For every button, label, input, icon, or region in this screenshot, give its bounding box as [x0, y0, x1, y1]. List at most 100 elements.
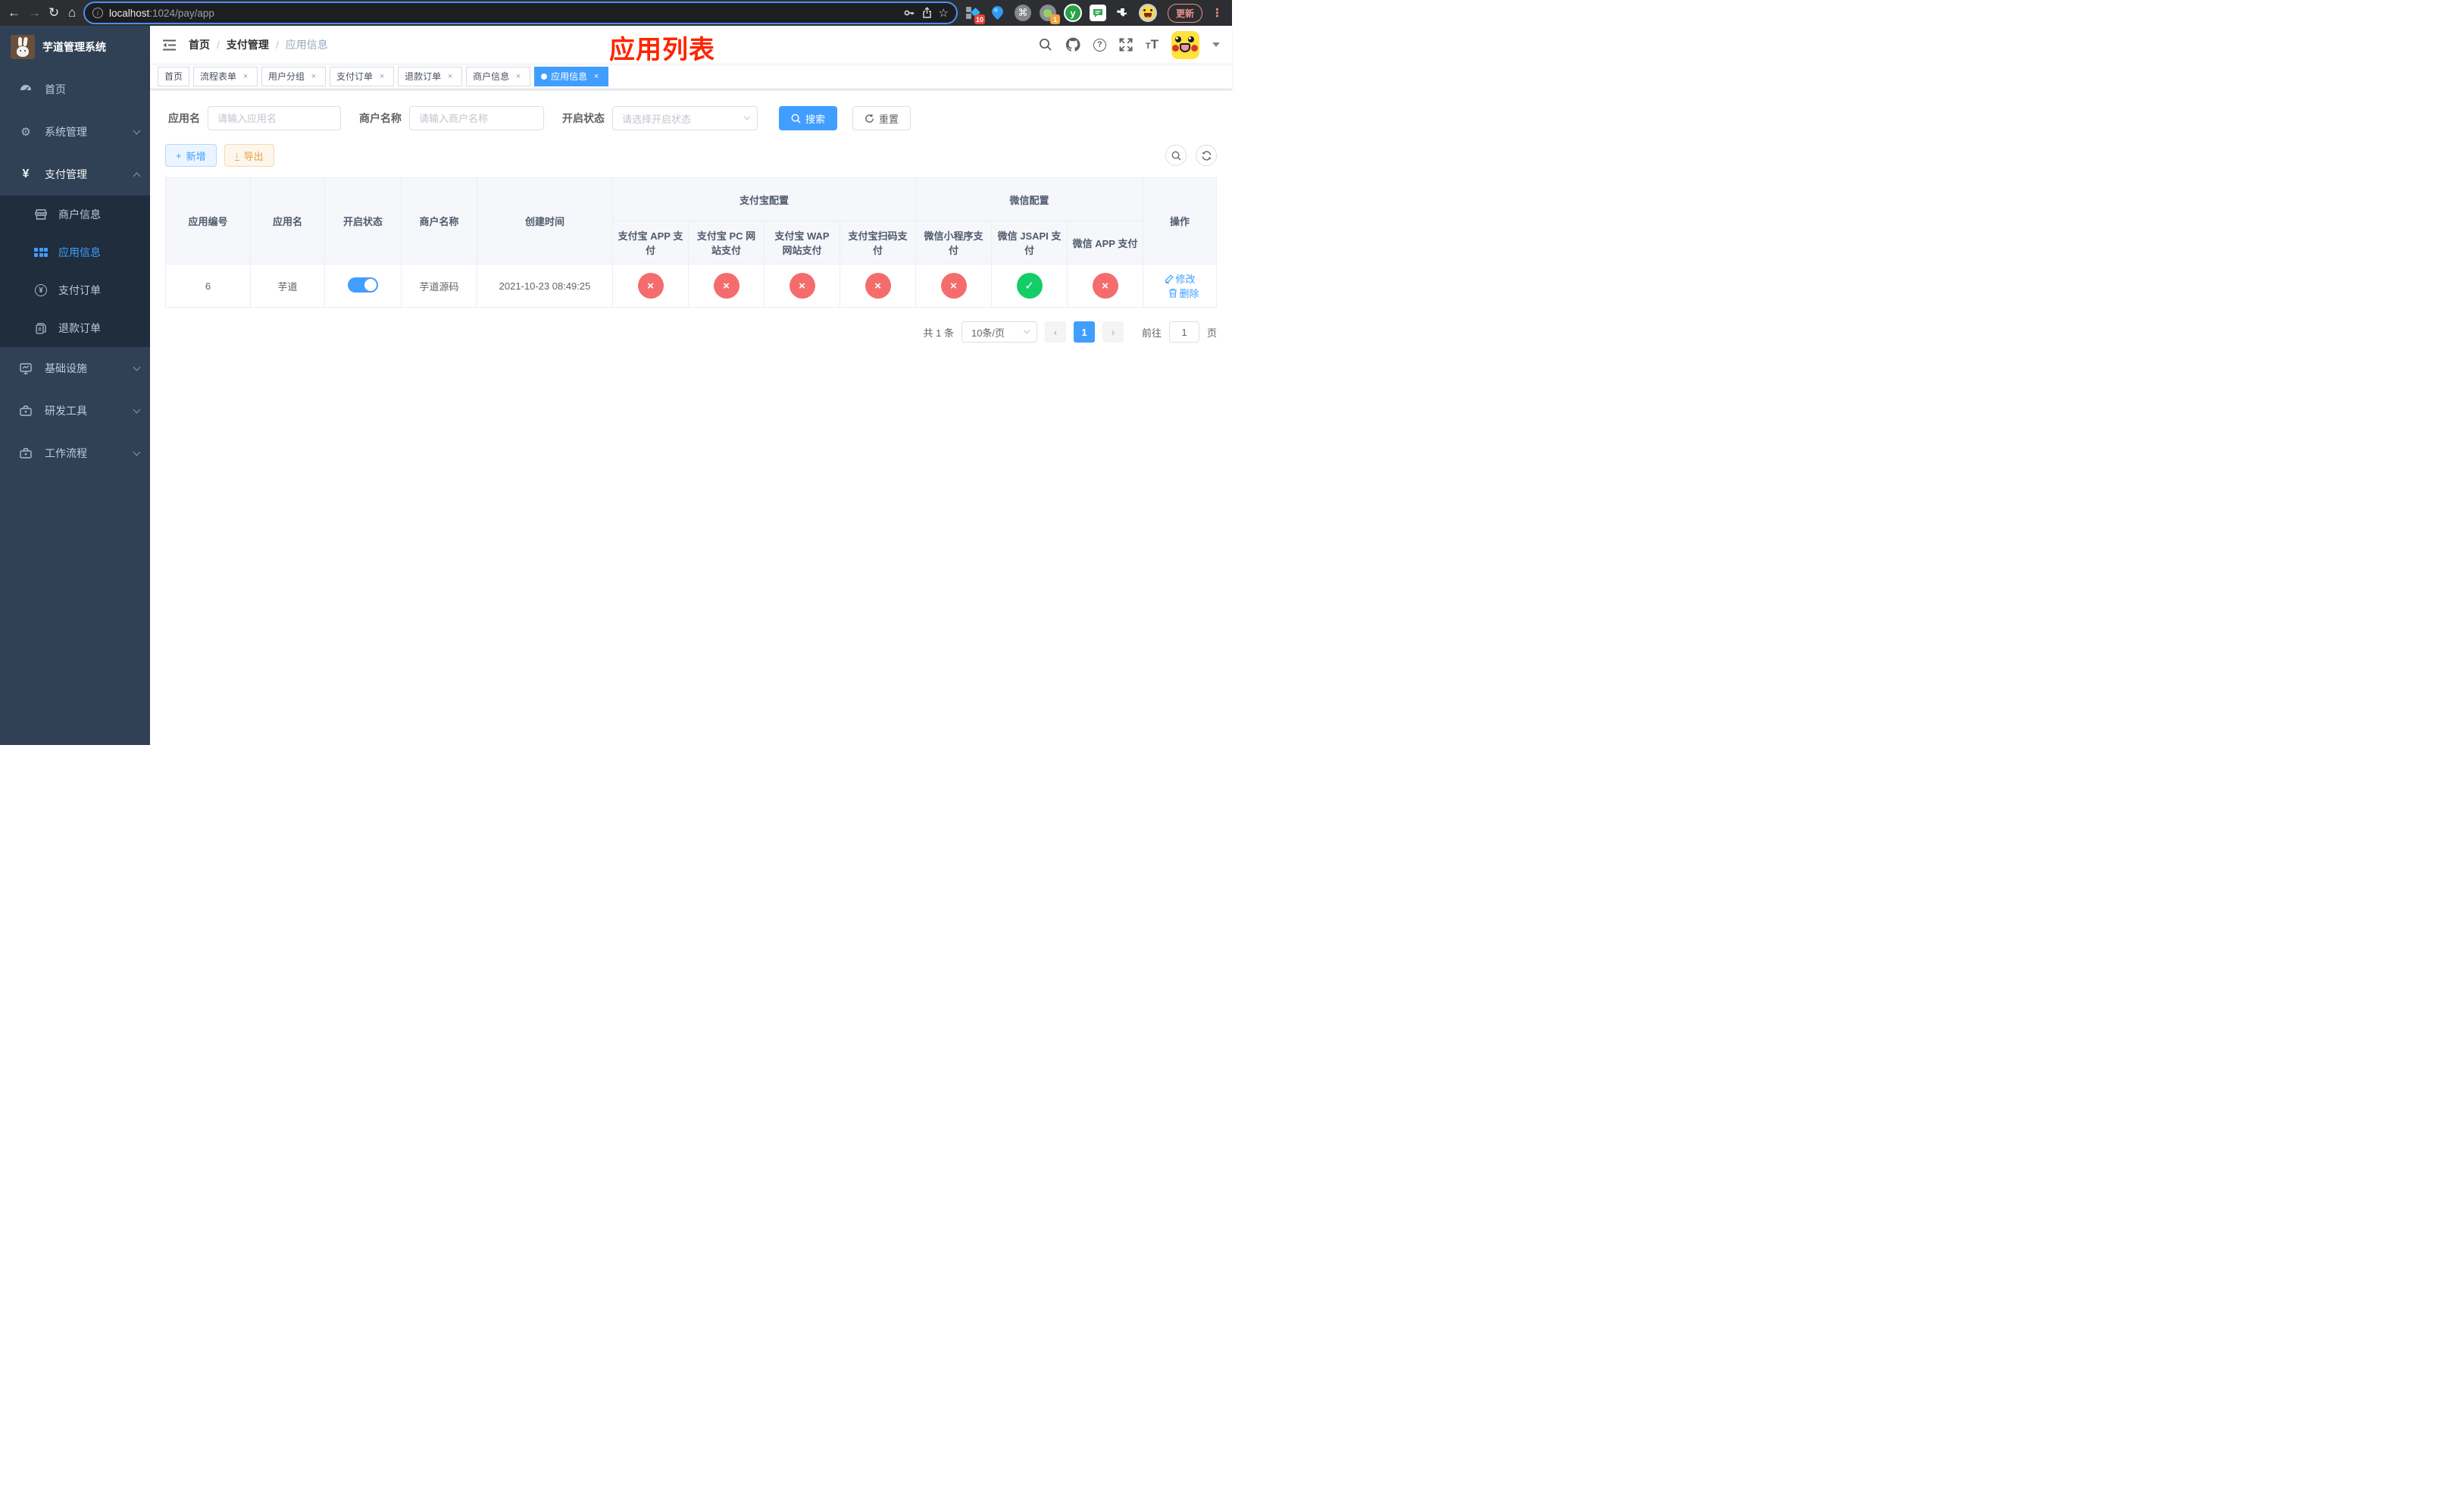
status-label: 开启状态 — [562, 112, 605, 124]
app-name-input[interactable] — [208, 106, 341, 130]
url-text: localhost:1024/pay/app — [109, 8, 897, 19]
profile-avatar[interactable] — [1138, 4, 1157, 22]
fullscreen-icon[interactable] — [1119, 38, 1133, 52]
tag-process-form[interactable]: 流程表单 × — [193, 66, 258, 86]
tag-user-group[interactable]: 用户分组 × — [261, 66, 327, 86]
search-icon[interactable] — [1039, 38, 1052, 52]
avatar-dropdown-caret[interactable] — [1212, 42, 1220, 47]
merchant-name-label: 商户名称 — [359, 112, 402, 124]
browser-menu-icon[interactable]: ⋮ — [1210, 6, 1224, 20]
sidebar-item-system[interactable]: ⚙ 系统管理 — [0, 111, 150, 153]
browser-home-button[interactable]: ⌂ — [67, 4, 77, 22]
cell-app-name: 芋道 — [250, 264, 325, 308]
font-size-icon[interactable]: TT — [1146, 37, 1159, 52]
browser-forward-button[interactable]: → — [28, 4, 41, 22]
active-dot — [541, 73, 548, 80]
table-toolbar: + 新增 ↓ 导出 — [165, 144, 1217, 167]
help-icon[interactable]: ? — [1093, 38, 1106, 52]
cell-wechat-mini: × — [915, 264, 993, 308]
page-unit-label: 页 — [1206, 327, 1217, 339]
sidebar-item-infrastructure[interactable]: 基础设施 — [0, 347, 150, 390]
close-icon[interactable]: × — [308, 71, 319, 82]
tab-manager-extension-icon[interactable]: 10 — [964, 4, 985, 24]
y-extension-icon[interactable]: y — [1063, 4, 1082, 22]
app-table: 应用编号 应用名 开启状态 商户名称 创建时间 支付宝配置 微信配置 操作 支付… — [165, 177, 1217, 308]
tag-refund-order[interactable]: 退款订单 × — [398, 66, 463, 86]
close-icon[interactable]: × — [513, 71, 524, 82]
breadcrumb-home[interactable]: 首页 — [189, 37, 210, 52]
yen-icon: ¥ — [22, 167, 30, 180]
page-content: 应用名 商户名称 开启状态 请选择开启状态 搜索 重置 +新 — [150, 89, 1232, 745]
prev-page-button[interactable]: ‹ — [1044, 321, 1066, 343]
tags-view-bar: 首页 流程表单 × 用户分组 × 支付订单 × 退款订单 × 商户信息 × 应用信息 × — [150, 64, 1232, 89]
cell-alipay-app: × — [612, 264, 689, 308]
browser-back-button[interactable]: ← — [8, 4, 20, 22]
sidebar-item-payment[interactable]: ¥ 支付管理 — [0, 153, 150, 196]
browser-update-button[interactable]: 更新 — [1167, 3, 1202, 23]
breadcrumb: 首页 / 支付管理 / 应用信息 — [189, 37, 328, 52]
reset-button[interactable]: 重置 — [852, 106, 911, 130]
extensions-puzzle-icon[interactable] — [1114, 4, 1132, 22]
sidebar-item-dev-tools[interactable]: 研发工具 — [0, 390, 150, 432]
group-header-alipay: 支付宝配置 — [611, 177, 917, 221]
search-form: 应用名 商户名称 开启状态 请选择开启状态 搜索 重置 — [165, 106, 1217, 130]
export-button[interactable]: ↓ 导出 — [224, 144, 274, 167]
map-pin-extension-icon[interactable] — [989, 4, 1007, 22]
col-header-wechat-jsapi: 微信 JSAPI 支付 — [991, 221, 1068, 265]
bookmark-star-icon[interactable]: ☆ — [939, 6, 949, 20]
sidebar-item-merchant-info[interactable]: 商户信息 — [0, 196, 150, 233]
sidebar-item-workflow[interactable]: 工作流程 — [0, 432, 150, 474]
tag-app-info-active[interactable]: 应用信息 × — [534, 66, 609, 86]
next-page-button[interactable]: › — [1102, 321, 1124, 343]
current-page[interactable]: 1 — [1073, 321, 1095, 343]
merchant-name-input[interactable] — [409, 106, 544, 130]
close-icon[interactable]: × — [377, 71, 387, 82]
col-header-merchant: 商户名称 — [401, 177, 477, 265]
sidebar-item-home[interactable]: 首页 — [0, 68, 150, 111]
user-avatar[interactable] — [1171, 30, 1199, 59]
chevron-down-icon — [133, 363, 141, 371]
goto-page-input[interactable] — [1168, 321, 1199, 343]
show-search-toggle-button[interactable] — [1165, 145, 1187, 166]
status-cross-icon: × — [940, 273, 967, 299]
close-icon[interactable]: × — [240, 71, 251, 82]
status-cross-icon: × — [1092, 273, 1118, 299]
chat-extension-icon[interactable] — [1089, 4, 1107, 22]
tag-merchant-info[interactable]: 商户信息 × — [466, 66, 531, 86]
tag-pay-order[interactable]: 支付订单 × — [330, 66, 395, 86]
status-toggle[interactable] — [348, 277, 378, 293]
delete-link[interactable]: 删除 — [1168, 286, 1199, 300]
page-size-select[interactable]: 10条/页 — [961, 321, 1037, 343]
top-navbar: 首页 / 支付管理 / 应用信息 应用列表 ? TT — [150, 26, 1232, 64]
add-button[interactable]: + 新增 — [165, 144, 217, 167]
breadcrumb-payment[interactable]: 支付管理 — [227, 37, 269, 52]
sidebar-logo[interactable]: 芋道管理系统 — [0, 26, 150, 68]
chevron-down-icon — [743, 114, 751, 121]
share-icon[interactable] — [921, 7, 933, 19]
close-icon[interactable]: × — [445, 71, 455, 82]
recorder-extension-icon[interactable]: 1 — [1039, 4, 1060, 24]
site-info-icon[interactable]: i — [92, 8, 103, 18]
github-icon[interactable] — [1065, 37, 1080, 52]
total-count: 共 1 条 — [923, 327, 954, 339]
refresh-button[interactable] — [1196, 145, 1217, 166]
search-button[interactable]: 搜索 — [779, 106, 838, 130]
col-header-alipay-qr: 支付宝扫码支付 — [839, 221, 917, 265]
status-cross-icon: × — [789, 273, 815, 299]
password-key-icon[interactable] — [903, 7, 915, 19]
browser-reload-button[interactable]: ↻ — [48, 4, 59, 22]
address-bar[interactable]: i localhost:1024/pay/app ☆ — [83, 2, 958, 24]
close-icon[interactable]: × — [591, 71, 602, 82]
status-select[interactable]: 请选择开启状态 — [612, 106, 758, 130]
command-extension-icon[interactable]: ⌘ — [1014, 4, 1032, 22]
sidebar-item-pay-order[interactable]: ¥ 支付订单 — [0, 271, 150, 309]
shop-icon — [34, 209, 48, 220]
extension-badge-count: 1 — [1049, 14, 1060, 24]
edit-link[interactable]: 修改 — [1165, 271, 1196, 286]
group-header-wechat: 微信配置 — [915, 177, 1144, 221]
sidebar-item-refund-order[interactable]: 退款订单 — [0, 309, 150, 347]
sidebar-item-app-info[interactable]: 应用信息 — [0, 233, 150, 271]
monitor-chart-icon — [19, 362, 33, 374]
sidebar-collapse-icon[interactable] — [162, 39, 177, 51]
tag-home[interactable]: 首页 — [158, 66, 190, 86]
